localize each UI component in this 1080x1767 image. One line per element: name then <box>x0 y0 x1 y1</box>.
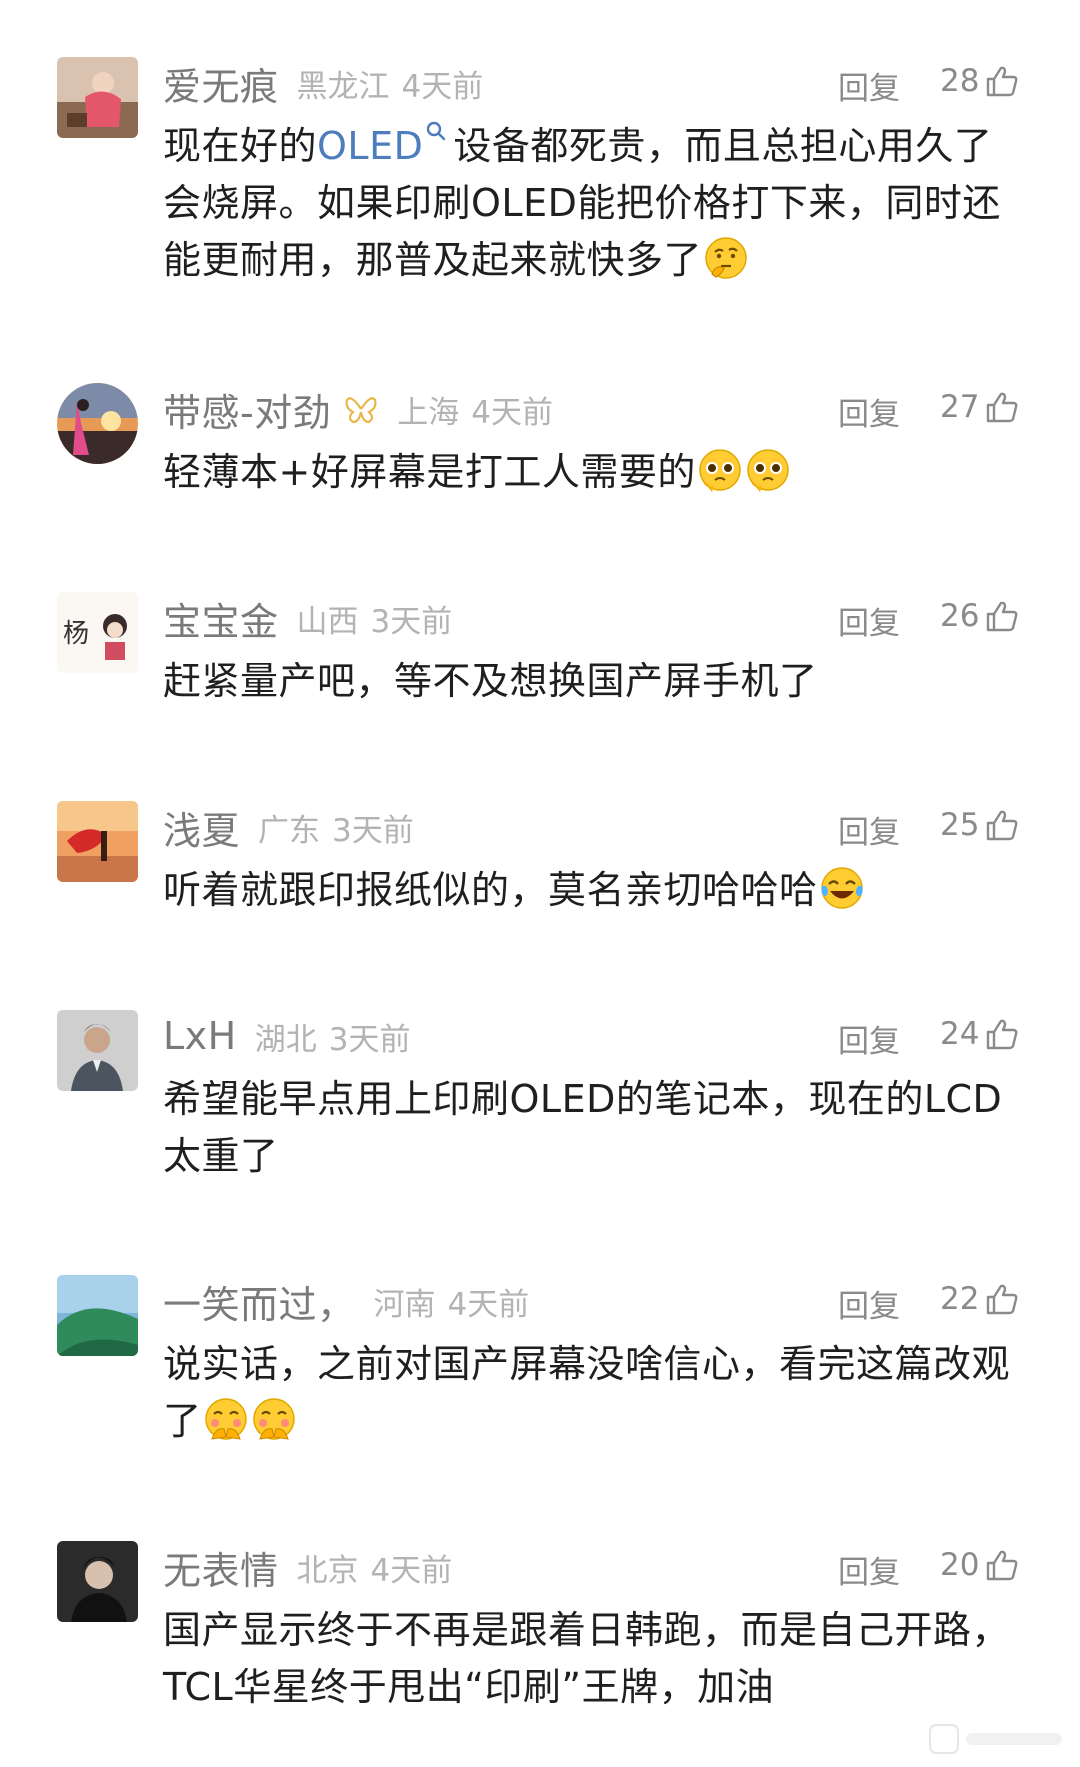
like-button[interactable]: 27 <box>940 386 1019 428</box>
like-count: 28 <box>940 63 980 99</box>
like-count: 22 <box>940 1281 980 1317</box>
timestamp: 4天前 <box>447 1286 530 1323</box>
like-button[interactable]: 24 <box>940 1013 1019 1055</box>
comment-item: 带感-对劲 上海 4天前 回复 27 轻薄本+好屏幕是打工人需要的 <box>0 326 1080 536</box>
avatar[interactable] <box>57 1541 138 1622</box>
avatar[interactable]: 杨 <box>57 592 138 673</box>
reply-button[interactable]: 回复 <box>838 389 900 434</box>
location: 广东 <box>258 812 321 849</box>
avatar[interactable] <box>57 1010 138 1091</box>
avatar[interactable] <box>57 57 138 138</box>
comment-item: 杨 宝宝金 山西 3天前 回复 26 赶紧量产吧，等不及想换国产屏手机了 <box>0 535 1080 745</box>
watermark-logo-icon <box>929 1724 1062 1754</box>
keyword-link[interactable]: OLED <box>317 124 423 168</box>
like-button[interactable]: 25 <box>940 804 1019 846</box>
username[interactable]: 爱无痕 <box>163 56 279 111</box>
comment-text-part: 听着就跟印报纸似的，莫名亲切哈哈哈 <box>163 868 818 912</box>
thumbs-up-icon <box>987 1550 1018 1581</box>
comment-text: 现在好的OLED 设备都死贵，而且总担心用久了会烧屏。如果印刷OLED能把价格打下… <box>163 118 1023 289</box>
laughing-tears-emoji-icon <box>820 867 863 909</box>
comment-text-part: 轻薄本+好屏幕是打工人需要的 <box>163 450 696 494</box>
like-count: 25 <box>940 807 980 843</box>
reply-button[interactable]: 回复 <box>838 63 900 108</box>
avatar[interactable] <box>57 1275 138 1356</box>
timestamp: 3天前 <box>370 603 453 640</box>
reply-button[interactable]: 回复 <box>838 807 900 852</box>
shy-emoji-icon <box>252 1398 295 1440</box>
reply-button[interactable]: 回复 <box>838 1547 900 1592</box>
like-button[interactable]: 28 <box>940 60 1019 102</box>
reply-button[interactable]: 回复 <box>838 1281 900 1326</box>
svg-text:杨: 杨 <box>63 619 89 649</box>
username[interactable]: 无表情 <box>163 1540 279 1595</box>
like-button[interactable]: 26 <box>940 595 1019 637</box>
reply-button[interactable]: 回复 <box>838 598 900 643</box>
username[interactable]: 带感-对劲 <box>163 382 331 437</box>
thumbs-up-icon <box>987 1284 1018 1315</box>
location: 河南 <box>373 1286 436 1323</box>
comment-list: 爱无痕 黑龙江 4天前 回复 28 现在好的OLED 设备都死贵，而且总担心用久了… <box>0 0 1080 1767</box>
comment-text-part: 赶紧量产吧，等不及想换国产屏手机了 <box>163 659 818 703</box>
comment-text: 希望能早点用上印刷OLED的笔记本，现在的LCD太重了 <box>163 1071 1023 1185</box>
location: 黑龙江 <box>296 68 390 105</box>
username[interactable]: LxH <box>163 1014 237 1058</box>
like-count: 27 <box>940 389 980 425</box>
comment-item: 浅夏 广东 3天前 回复 25 听着就跟印报纸似的，莫名亲切哈哈哈 <box>0 744 1080 954</box>
timestamp: 4天前 <box>401 68 484 105</box>
thinking-emoji-icon <box>705 237 747 279</box>
location: 北京 <box>296 1552 359 1589</box>
comment-text-part: 现在好的 <box>163 124 318 168</box>
location: 湖北 <box>254 1021 317 1058</box>
comment-meta: 无表情 北京 4天前 <box>163 1544 453 1593</box>
like-count: 24 <box>940 1016 980 1052</box>
comment-meta: 带感-对劲 上海 4天前 <box>163 386 553 435</box>
comment-meta: LxH 湖北 3天前 <box>163 1013 410 1059</box>
thumbs-up-icon <box>987 66 1018 97</box>
search-icon[interactable] <box>425 120 447 142</box>
location: 山西 <box>296 603 359 640</box>
username[interactable]: 宝宝金 <box>163 591 279 646</box>
thumbs-up-icon <box>987 810 1018 841</box>
comment-item: 一笑而过， 河南 4天前 回复 22 说实话，之前对国产屏幕没啥信心，看完这篇改… <box>0 1218 1080 1483</box>
comment-text-part: 希望能早点用上印刷OLED的笔记本，现在的LCD太重了 <box>163 1077 1003 1178</box>
comment-meta: 宝宝金 山西 3天前 <box>163 595 453 644</box>
butterfly-badge-icon <box>345 397 377 424</box>
comment-meta: 浅夏 广东 3天前 <box>163 804 414 853</box>
like-button[interactable]: 22 <box>940 1278 1019 1320</box>
comment-item: 爱无痕 黑龙江 4天前 回复 28 现在好的OLED 设备都死贵，而且总担心用久了… <box>0 0 1080 330</box>
username[interactable]: 一笑而过， <box>163 1274 356 1329</box>
thumbs-up-icon <box>987 392 1018 423</box>
username[interactable]: 浅夏 <box>163 800 240 855</box>
reply-button[interactable]: 回复 <box>838 1016 900 1061</box>
shy-emoji-icon <box>204 1398 247 1440</box>
comment-text: 轻薄本+好屏幕是打工人需要的 <box>163 444 1023 501</box>
like-button[interactable]: 20 <box>940 1544 1019 1586</box>
timestamp: 4天前 <box>471 394 553 431</box>
comment-meta: 一笑而过， 河南 4天前 <box>163 1278 530 1327</box>
comment-text-part: 国产显示终于不再是跟着日韩跑，而是自己开路，TCL华星终于甩出“印刷”王牌，加油 <box>163 1608 1011 1709</box>
location: 上海 <box>397 394 460 431</box>
comment-text: 说实话，之前对国产屏幕没啥信心，看完这篇改观了 <box>163 1336 1023 1450</box>
timestamp: 3天前 <box>332 812 414 849</box>
comment-text: 国产显示终于不再是跟着日韩跑，而是自己开路，TCL华星终于甩出“印刷”王牌，加油 <box>163 1602 1023 1716</box>
timestamp: 3天前 <box>328 1021 411 1058</box>
thumbs-up-icon <box>987 1019 1018 1050</box>
avatar[interactable] <box>57 383 138 464</box>
pleading-emoji-icon <box>747 449 789 492</box>
timestamp: 4天前 <box>370 1552 453 1589</box>
comment-text: 听着就跟印报纸似的，莫名亲切哈哈哈 <box>163 862 1023 919</box>
comment-item: 无表情 北京 4天前 回复 20 国产显示终于不再是跟着日韩跑，而是自己开路，T… <box>0 1484 1080 1767</box>
thumbs-up-icon <box>987 601 1018 632</box>
comment-text: 赶紧量产吧，等不及想换国产屏手机了 <box>163 653 1023 710</box>
like-count: 26 <box>940 598 980 634</box>
avatar[interactable] <box>57 801 138 882</box>
like-count: 20 <box>940 1547 980 1583</box>
pleading-emoji-icon <box>699 449 741 492</box>
comment-meta: 爱无痕 黑龙江 4天前 <box>163 60 484 109</box>
comment-item: LxH 湖北 3天前 回复 24 希望能早点用上印刷OLED的笔记本，现在的LC… <box>0 953 1080 1218</box>
